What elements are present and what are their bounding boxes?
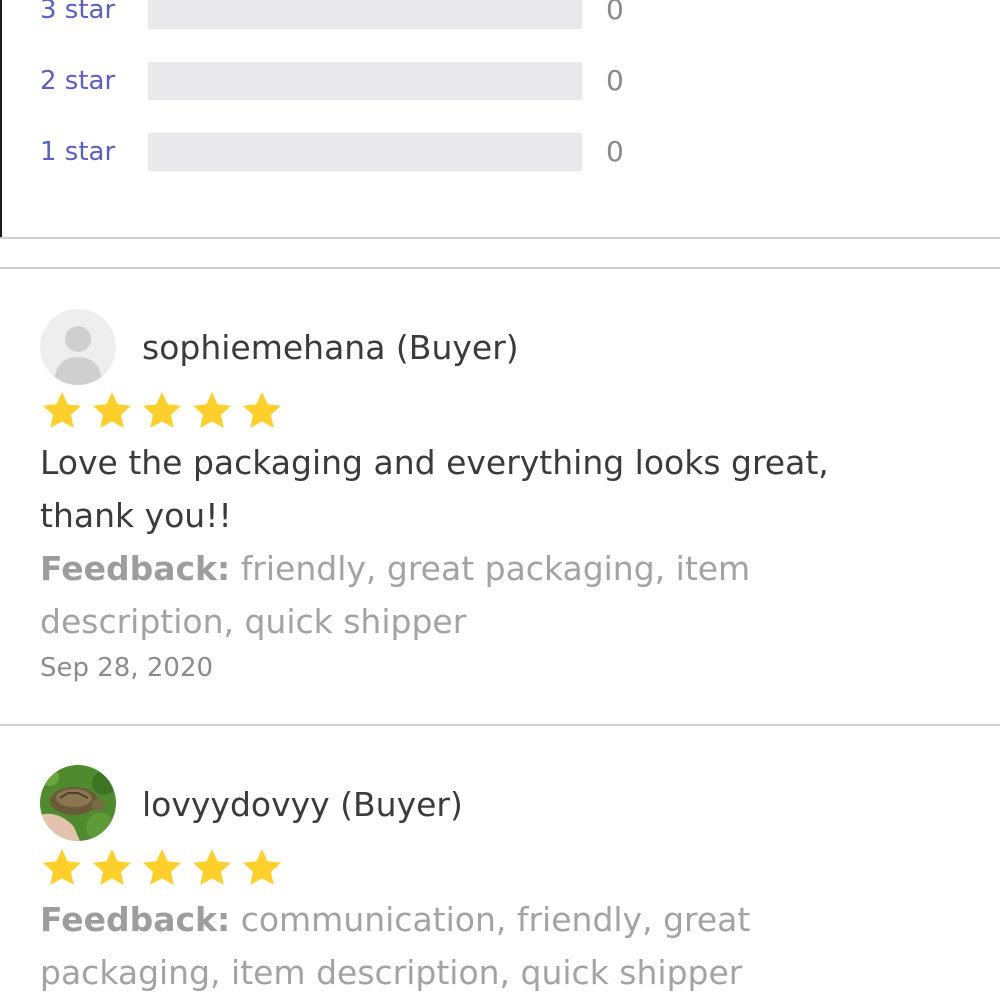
section-divider xyxy=(0,267,1000,269)
rating-row-count: 0 xyxy=(606,135,624,168)
feedback-tags: Feedback: communication, friendly, great… xyxy=(40,893,940,999)
star-icon xyxy=(193,849,231,885)
review-date: Sep 28, 2020 xyxy=(40,653,214,683)
feedback-line: Feedback: friendly, great packaging, ite… xyxy=(40,542,940,595)
star-icon xyxy=(243,392,281,428)
star-icon xyxy=(143,849,181,885)
rating-row-label[interactable]: 1 star xyxy=(40,132,115,172)
star-icon xyxy=(93,392,131,428)
feedback-line: Feedback: communication, friendly, great xyxy=(40,893,940,946)
star-icon xyxy=(43,849,81,885)
rating-row-label[interactable]: 3 star xyxy=(40,0,115,30)
rating-row-1-star[interactable]: 1 star 0 xyxy=(0,132,1000,172)
section-divider xyxy=(0,237,1000,239)
review-text-line: thank you!! xyxy=(40,496,232,535)
review-text: Love the packaging and everything looks … xyxy=(40,436,940,542)
reviewer-name[interactable]: lovyydovyy (Buyer) xyxy=(142,785,463,825)
generic-user-icon[interactable] xyxy=(40,309,116,385)
reviewer-name[interactable]: sophiemehana (Buyer) xyxy=(142,328,519,368)
feedback-line: packaging, item description, quick shipp… xyxy=(40,953,743,992)
review-divider xyxy=(0,724,1000,726)
feedback-values: communication, friendly, great xyxy=(240,900,751,939)
rating-row-bar xyxy=(148,0,582,29)
star-rating xyxy=(40,390,284,430)
feedback-label: Feedback: xyxy=(40,900,231,939)
star-icon xyxy=(43,392,81,428)
star-icon xyxy=(143,392,181,428)
star-icon xyxy=(93,849,131,885)
rating-row-bar xyxy=(148,62,582,100)
left-edge-line xyxy=(0,0,2,238)
feedback-values: friendly, great packaging, item xyxy=(240,549,751,588)
rating-row-3-star[interactable]: 3 star 0 xyxy=(0,0,1000,30)
star-icon xyxy=(193,392,231,428)
rating-row-label[interactable]: 2 star xyxy=(40,61,115,101)
star-rating xyxy=(40,847,284,887)
star-icon xyxy=(243,849,281,885)
rating-row-bar xyxy=(148,133,582,171)
review-text-line: Love the packaging and everything looks … xyxy=(40,443,829,482)
turtle-photo-avatar[interactable] xyxy=(40,765,116,841)
rating-row-count: 0 xyxy=(606,0,624,26)
feedback-line: description, quick shipper xyxy=(40,602,467,641)
feedback-tags: Feedback: friendly, great packaging, ite… xyxy=(40,542,940,648)
rating-row-2-star[interactable]: 2 star 0 xyxy=(0,61,1000,101)
rating-row-count: 0 xyxy=(606,64,624,97)
feedback-label: Feedback: xyxy=(40,549,231,588)
